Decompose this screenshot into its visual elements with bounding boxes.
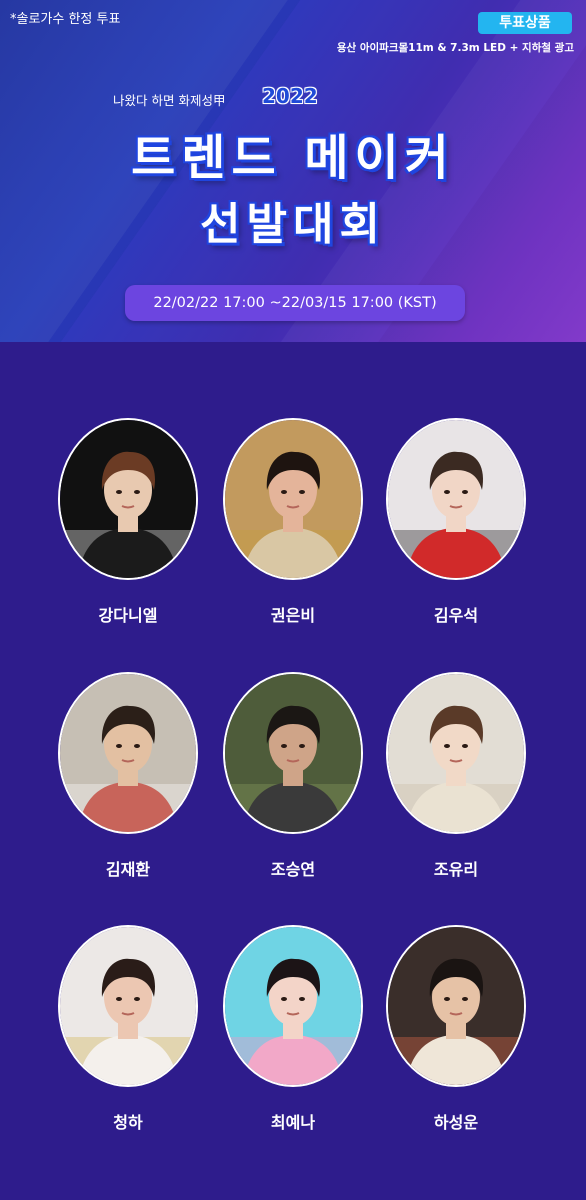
hero-banner: *솔로가수 한정 투표 투표상품 용산 아이파크몰11m & 7.3m LED …	[0, 0, 586, 342]
candidate-photo[interactable]	[386, 672, 526, 834]
candidate-name: 조유리	[433, 860, 479, 879]
candidate-card[interactable]: 최예나	[223, 925, 363, 1133]
candidate-name: 김재환	[105, 860, 151, 879]
prize-description: 용산 아이파크몰11m & 7.3m LED + 지하철 광고	[336, 42, 574, 54]
candidate-photo[interactable]	[386, 925, 526, 1087]
candidate-name: 최예나	[270, 1113, 316, 1132]
candidate-card[interactable]: 김우석	[386, 418, 526, 626]
candidate-card[interactable]: 청하	[58, 925, 198, 1133]
candidate-name: 하성운	[433, 1113, 479, 1132]
event-year: 2022	[262, 84, 318, 108]
event-subtitle: 나왔다 하면 화제성甲	[113, 93, 226, 108]
candidate-photo[interactable]	[58, 672, 198, 834]
candidate-card[interactable]: 하성운	[386, 925, 526, 1133]
candidate-photo[interactable]	[386, 418, 526, 580]
candidate-photo[interactable]	[58, 925, 198, 1087]
candidate-card[interactable]: 강다니엘	[58, 418, 198, 626]
candidate-card[interactable]: 권은비	[223, 418, 363, 626]
candidate-photo[interactable]	[223, 418, 363, 580]
candidate-card[interactable]: 조승연	[223, 672, 363, 880]
prize-badge: 투표상품	[478, 12, 572, 34]
candidate-card[interactable]: 조유리	[386, 672, 526, 880]
candidate-grid: 강다니엘 권은비 김우석김재환 조승연 조유리청하 최예나 하성운	[0, 342, 586, 1200]
event-title-line1: 트렌드 메이커	[131, 130, 455, 186]
candidate-name: 청하	[113, 1113, 143, 1132]
candidate-name: 조승연	[270, 860, 316, 879]
event-title-line2: 선발대회	[200, 199, 386, 250]
solo-singer-note: *솔로가수 한정 투표	[10, 12, 121, 27]
vote-period: 22/02/22 17:00 ~22/03/15 17:00 (KST)	[125, 285, 465, 321]
candidate-photo[interactable]	[58, 418, 198, 580]
candidate-name: 김우석	[433, 606, 479, 625]
candidate-name: 강다니엘	[98, 606, 158, 625]
candidate-card[interactable]: 김재환	[58, 672, 198, 880]
candidate-name: 권은비	[270, 606, 316, 625]
candidate-photo[interactable]	[223, 672, 363, 834]
candidate-photo[interactable]	[223, 925, 363, 1087]
